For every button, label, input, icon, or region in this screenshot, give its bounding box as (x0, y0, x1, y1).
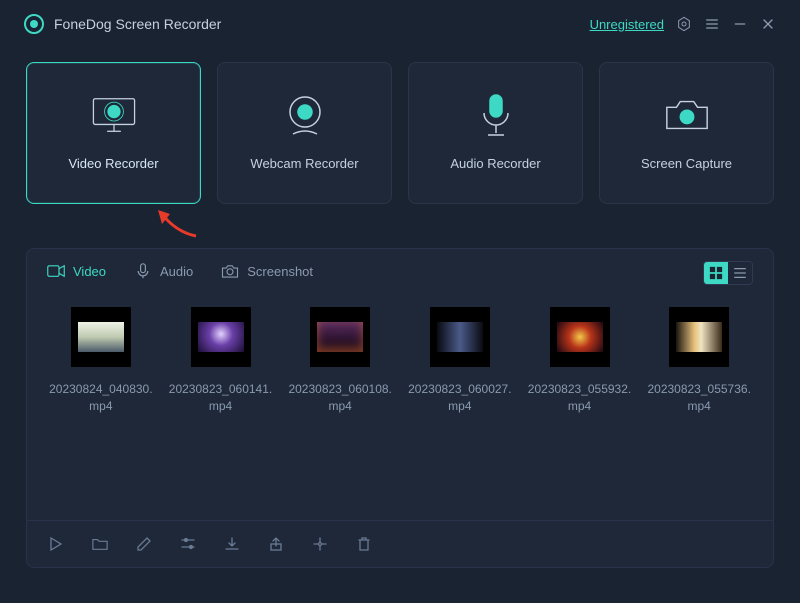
tab-audio[interactable]: Audio (134, 263, 193, 279)
file-item[interactable]: 20230823_060141.mp4 (167, 307, 275, 520)
webcam-icon (281, 96, 329, 134)
unregistered-link[interactable]: Unregistered (590, 17, 664, 32)
delete-button[interactable] (355, 535, 373, 553)
file-item[interactable]: 20230823_060108.mp4 (286, 307, 394, 520)
camera-icon (663, 96, 711, 134)
file-item[interactable]: 20230823_055736.mp4 (645, 307, 753, 520)
file-name: 20230823_055932.mp4 (526, 381, 634, 415)
mode-webcam-recorder[interactable]: Webcam Recorder (217, 62, 392, 204)
file-item[interactable]: 20230824_040830.mp4 (47, 307, 155, 520)
files-grid: 20230824_040830.mp4 20230823_060141.mp4 … (27, 289, 773, 520)
app-title: FoneDog Screen Recorder (54, 16, 221, 32)
file-name: 20230823_060027.mp4 (406, 381, 514, 415)
menu-icon[interactable] (704, 16, 720, 32)
file-thumbnail (191, 307, 251, 367)
minimize-button[interactable] (732, 16, 748, 32)
grid-view-button[interactable] (704, 262, 728, 284)
download-button[interactable] (223, 535, 241, 553)
monitor-record-icon (90, 96, 138, 134)
close-button[interactable] (760, 16, 776, 32)
file-name: 20230823_060141.mp4 (167, 381, 275, 415)
header: FoneDog Screen Recorder Unregistered (0, 0, 800, 48)
settings-gear-icon[interactable] (676, 16, 692, 32)
list-view-button[interactable] (728, 262, 752, 284)
file-name: 20230823_060108.mp4 (286, 381, 394, 415)
file-item[interactable]: 20230823_055932.mp4 (526, 307, 634, 520)
tab-label: Audio (160, 264, 193, 279)
mode-label: Audio Recorder (450, 156, 540, 171)
mode-label: Screen Capture (641, 156, 732, 171)
mode-screen-capture[interactable]: Screen Capture (599, 62, 774, 204)
file-thumbnail (669, 307, 729, 367)
mode-selector: Video Recorder Webcam Recorder Audio Rec… (0, 48, 800, 204)
adjust-sliders-button[interactable] (179, 535, 197, 553)
recordings-panel: Video Audio Screenshot 20230824_040830.m… (26, 248, 774, 568)
file-thumbnail (430, 307, 490, 367)
recordings-tabs: Video Audio Screenshot (27, 249, 773, 289)
file-item[interactable]: 20230823_060027.mp4 (406, 307, 514, 520)
file-thumbnail (71, 307, 131, 367)
file-name: 20230824_040830.mp4 (47, 381, 155, 415)
mode-label: Webcam Recorder (250, 156, 358, 171)
tab-video[interactable]: Video (47, 263, 106, 279)
app-logo-icon (24, 14, 44, 34)
file-thumbnail (310, 307, 370, 367)
edit-button[interactable] (135, 535, 153, 553)
open-folder-button[interactable] (91, 535, 109, 553)
file-thumbnail (550, 307, 610, 367)
mode-video-recorder[interactable]: Video Recorder (26, 62, 201, 204)
mode-audio-recorder[interactable]: Audio Recorder (408, 62, 583, 204)
trim-button[interactable] (311, 535, 329, 553)
tab-screenshot[interactable]: Screenshot (221, 263, 313, 279)
share-button[interactable] (267, 535, 285, 553)
annotation-arrow-icon (156, 210, 200, 240)
microphone-icon (472, 96, 520, 134)
file-name: 20230823_055736.mp4 (645, 381, 753, 415)
view-toggle (703, 261, 753, 285)
tab-label: Video (73, 264, 106, 279)
mode-label: Video Recorder (68, 156, 158, 171)
play-button[interactable] (47, 535, 65, 553)
files-toolbar (27, 520, 773, 567)
tab-label: Screenshot (247, 264, 313, 279)
